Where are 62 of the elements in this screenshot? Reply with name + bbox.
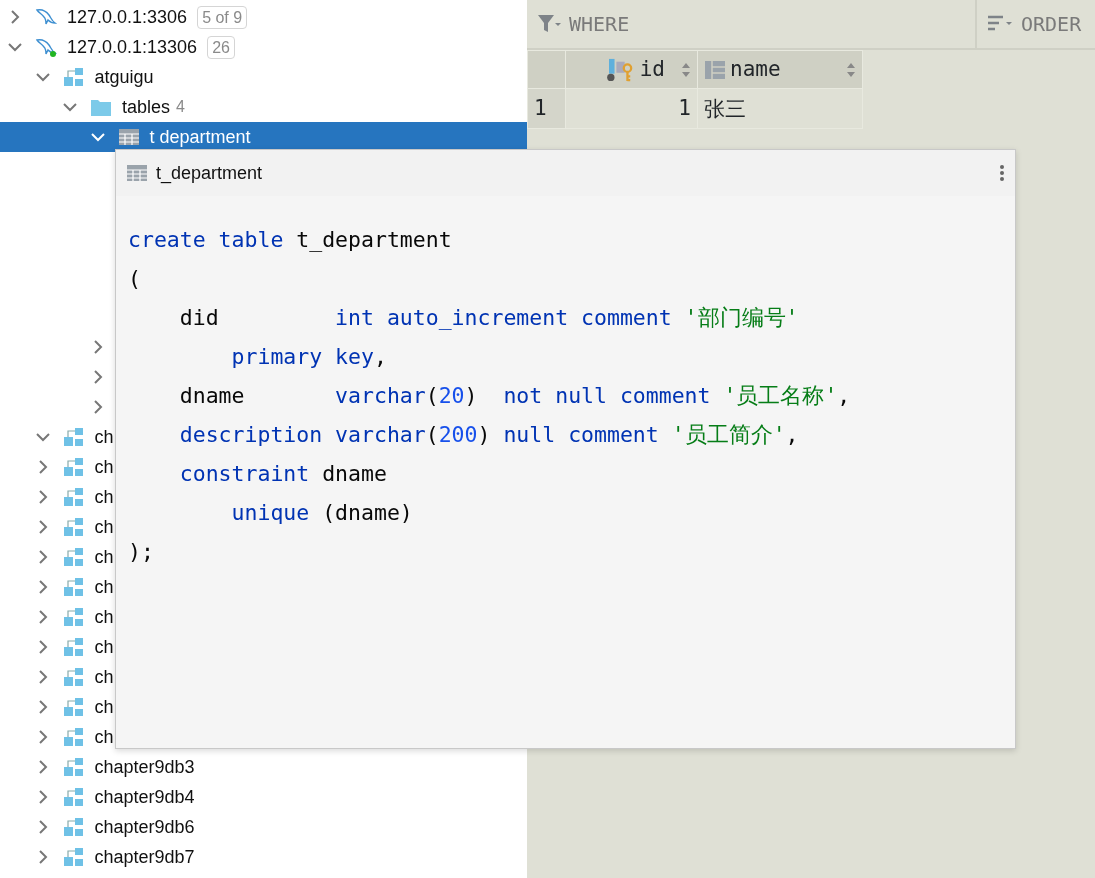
schema-label[interactable]: ch <box>94 543 114 571</box>
column-header[interactable]: id <box>565 50 698 89</box>
table-cell: 张三 <box>697 88 863 129</box>
table-cell: 1 <box>565 88 698 129</box>
schema-icon <box>62 787 85 807</box>
more-options-icon[interactable] <box>999 164 1005 182</box>
column-header[interactable]: name <box>697 50 863 89</box>
schema-label[interactable]: chapter9db4 <box>94 783 195 811</box>
schema-label[interactable]: atguigu <box>94 63 154 91</box>
schema-icon <box>62 577 85 597</box>
schema-icon <box>62 757 85 777</box>
table-icon <box>117 127 140 147</box>
folder-icon <box>90 97 112 117</box>
server-label[interactable]: 127.0.0.1:13306 <box>67 33 198 61</box>
schema-icon <box>62 517 85 537</box>
schema-icon <box>62 67 85 87</box>
schema-label[interactable]: ch <box>94 423 114 451</box>
table-icon <box>126 163 148 183</box>
sort-icon[interactable] <box>846 61 856 78</box>
schema-icon <box>62 487 85 507</box>
schema-label[interactable]: ch <box>94 693 114 721</box>
schema-icon <box>62 427 85 447</box>
code-line: did int auto_increment comment '部门编号' <box>178 304 800 332</box>
dolphin-icon <box>35 37 57 57</box>
table-label[interactable]: t department <box>149 123 251 151</box>
schema-icon <box>62 607 85 627</box>
folder-label[interactable]: tables <box>122 93 171 121</box>
schema-icon <box>62 697 85 717</box>
schema-icon <box>62 637 85 657</box>
schema-icon <box>62 727 85 747</box>
schema-label[interactable]: ch <box>94 573 114 601</box>
schema-label[interactable]: ch <box>94 663 114 691</box>
code-line: primary key, <box>230 343 388 371</box>
schema-icon <box>62 457 85 477</box>
schema-label[interactable]: ch <box>94 483 114 511</box>
schema-label[interactable]: ch <box>94 513 114 541</box>
schema-icon <box>62 847 85 867</box>
code-line: ( <box>128 265 142 293</box>
count-badge: 26 <box>207 35 235 59</box>
filter-icon[interactable] <box>537 13 561 35</box>
popup-title: t_department <box>156 161 264 186</box>
code-line: dname varchar(20) not null comment '员工名称', <box>178 382 852 410</box>
code-line: unique (dname) <box>230 499 414 527</box>
sort-icon[interactable] <box>681 61 691 78</box>
schema-icon <box>62 817 85 837</box>
code-line: constraint dname <box>178 460 388 488</box>
code-line: ); <box>128 538 155 566</box>
schema-label[interactable]: ch <box>94 723 114 751</box>
schema-label[interactable]: ch <box>94 453 114 481</box>
code-line: description varchar(200) null comment '员工简介', <box>178 421 800 449</box>
schema-label[interactable]: ch <box>94 603 114 631</box>
schema-label[interactable]: chapter9db6 <box>94 813 195 841</box>
schema-label[interactable]: chapter9db3 <box>94 753 195 781</box>
item-count: 4 <box>176 97 185 117</box>
schema-icon <box>62 667 85 687</box>
server-label[interactable]: 127.0.0.1:3306 <box>67 3 188 31</box>
schema-icon <box>62 547 85 567</box>
count-badge: 5 of 9 <box>197 5 248 29</box>
code-line: create table t_department <box>128 226 453 254</box>
schema-label[interactable]: ch <box>94 633 114 661</box>
row-number: 1 <box>527 88 566 129</box>
schema-label[interactable]: chapter9db7 <box>94 843 195 871</box>
